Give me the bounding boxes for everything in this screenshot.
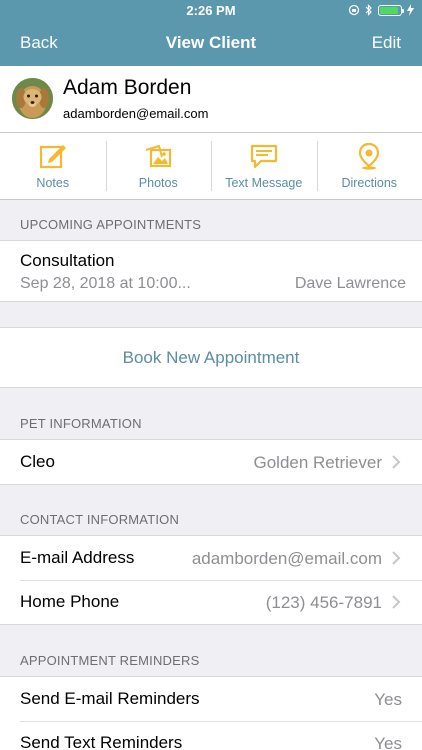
email-reminders-value: Yes	[374, 690, 402, 709]
appointment-reminders-header: APPOINTMENT REMINDERS	[20, 653, 200, 668]
home-phone-label: Home Phone	[20, 592, 120, 611]
text-reminders-label: Send Text Reminders	[20, 733, 183, 750]
chevron-right-icon	[392, 455, 401, 469]
pet-information-group: Cleo Golden Retriever	[0, 439, 422, 485]
client-name: Adam Borden	[63, 76, 192, 99]
client-email: adamborden@email.com	[63, 106, 209, 121]
back-button[interactable]: Back	[20, 33, 58, 53]
text-reminders-value: Yes	[374, 734, 402, 750]
pet-information-header: PET INFORMATION	[20, 416, 142, 431]
home-phone-row[interactable]: Home Phone (123) 456-7891	[0, 580, 422, 624]
photos-label: Photos	[138, 176, 178, 190]
text-message-button[interactable]: Text Message	[211, 133, 317, 199]
contact-information-header: CONTACT INFORMATION	[20, 512, 180, 527]
appointment-type: Consultation	[20, 251, 115, 270]
appointment-date: Sep 28, 2018 at 10:00...	[20, 275, 191, 292]
photos-icon	[145, 144, 172, 168]
status-bar: 2:26 PM	[0, 0, 422, 20]
email-label: E-mail Address	[20, 548, 135, 567]
notes-label: Notes	[36, 176, 70, 190]
email-reminders-label: Send E-mail Reminders	[20, 689, 200, 708]
email-reminders-row[interactable]: Send E-mail Reminders Yes	[0, 677, 422, 721]
home-phone-value: (123) 456-7891	[265, 593, 382, 612]
pet-row[interactable]: Cleo Golden Retriever	[0, 440, 422, 484]
email-value: adamborden@email.com	[191, 549, 382, 568]
chevron-right-icon	[392, 595, 401, 609]
pencil-note-icon	[39, 145, 66, 169]
contact-information-group: E-mail Address adamborden@email.com Home…	[0, 535, 422, 625]
email-row[interactable]: E-mail Address adamborden@email.com	[0, 536, 422, 580]
text-message-label: Text Message	[225, 176, 303, 190]
notes-button[interactable]: Notes	[0, 133, 106, 199]
directions-label: Directions	[341, 176, 398, 190]
book-new-appointment-button[interactable]: Book New Appointment	[0, 327, 422, 388]
text-reminders-row[interactable]: Send Text Reminders Yes	[0, 721, 422, 750]
status-icons	[348, 3, 414, 17]
bluetooth-icon	[365, 4, 372, 16]
directions-button[interactable]: Directions	[316, 133, 422, 199]
message-icon	[250, 144, 277, 169]
photos-button[interactable]: Photos	[105, 133, 212, 199]
chevron-right-icon	[392, 551, 401, 565]
location-pin-icon	[359, 142, 380, 170]
pet-name: Cleo	[20, 452, 55, 471]
appointment-staff: Dave Lawrence	[294, 275, 406, 292]
navbar: Back View Client Edit	[0, 20, 422, 66]
charging-icon	[407, 4, 414, 16]
battery-icon	[378, 4, 404, 16]
appointment-row[interactable]: Consultation Sep 28, 2018 at 10:00... Da…	[0, 241, 422, 301]
action-bar: Notes Photos Text Message Directions	[0, 133, 422, 200]
page-title: View Client	[165, 33, 257, 52]
appointment-reminders-group: Send E-mail Reminders Yes Send Text Remi…	[0, 676, 422, 750]
pet-breed: Golden Retriever	[253, 453, 382, 472]
client-profile: Adam Borden adamborden@email.com	[0, 66, 422, 133]
orientation-lock-icon	[348, 4, 360, 16]
edit-button[interactable]: Edit	[372, 33, 401, 53]
upcoming-appointments-header: UPCOMING APPOINTMENTS	[20, 217, 202, 232]
avatar	[12, 78, 53, 119]
upcoming-appointments-group: Consultation Sep 28, 2018 at 10:00... Da…	[0, 240, 422, 302]
